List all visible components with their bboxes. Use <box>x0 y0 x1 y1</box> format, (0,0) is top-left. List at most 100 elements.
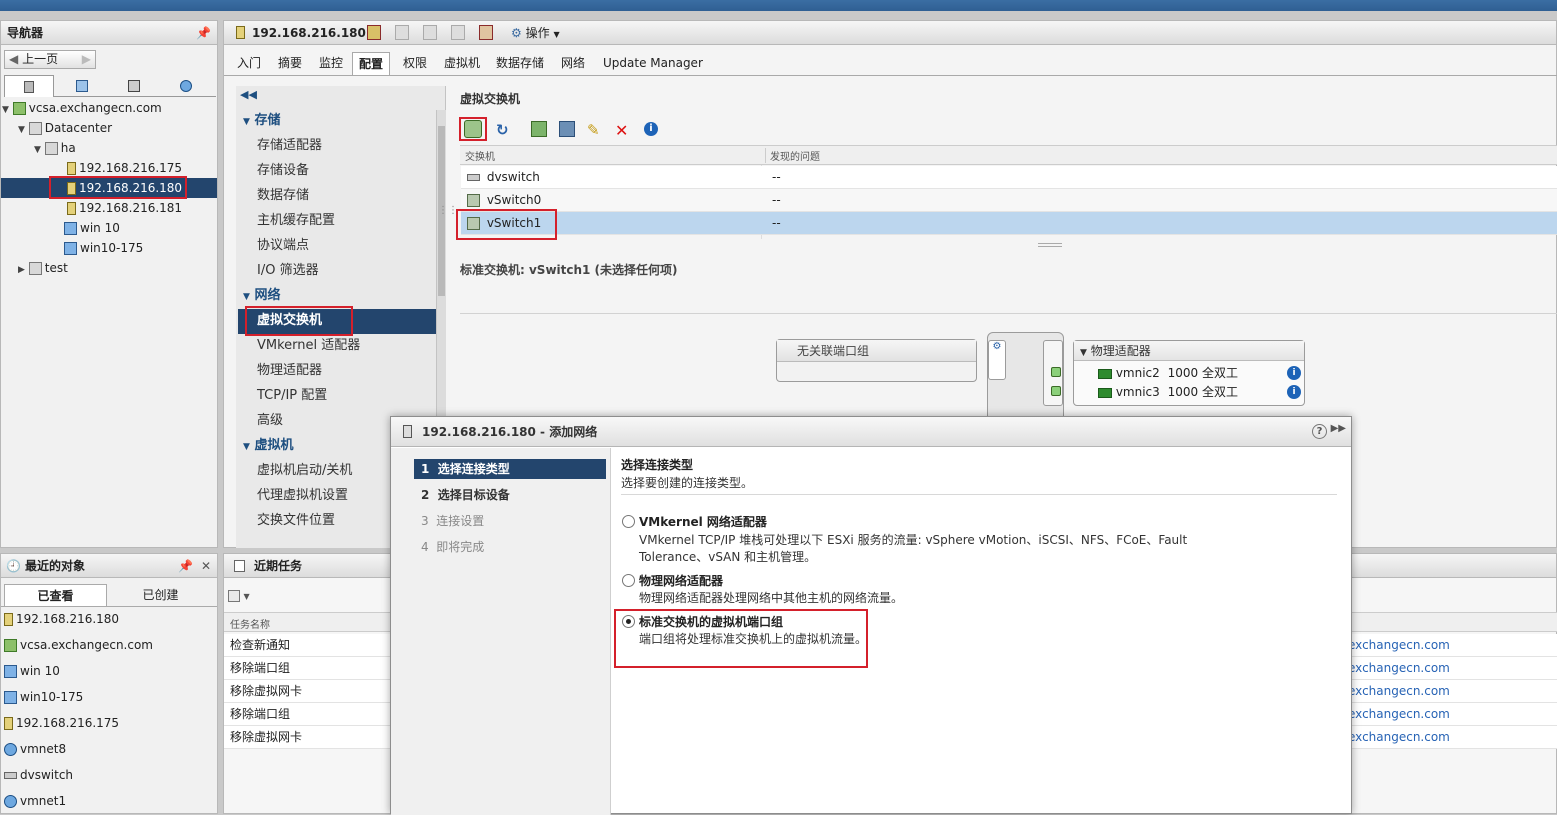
tree-item-vcenter[interactable]: ▼ vcsa.exchangecn.com <box>2 98 162 118</box>
delete-icon[interactable]: ✕ <box>615 121 631 140</box>
tab-viewed[interactable]: 已查看 <box>4 584 107 606</box>
tab-permissions[interactable]: 权限 <box>397 52 433 75</box>
nav-vmkernel-adapters[interactable]: VMkernel 适配器 <box>257 333 360 358</box>
recent-item[interactable]: 192.168.216.175 <box>4 710 119 736</box>
nav-storage-devices[interactable]: 存储设备 <box>257 158 309 183</box>
pin-icon[interactable]: 📌 <box>196 21 211 45</box>
switch-row-vswitch0[interactable]: vSwitch0 -- <box>461 189 1557 212</box>
actions-menu[interactable]: ⚙ 操作 ▼ <box>511 21 560 47</box>
tree-item-cluster-ha[interactable]: ▼ ha <box>34 138 76 158</box>
storage-tab[interactable] <box>110 78 158 96</box>
nav-datastores[interactable]: 数据存储 <box>257 183 309 208</box>
deploy-ovf-icon[interactable] <box>479 25 493 40</box>
tab-summary[interactable]: 摘要 <box>272 52 308 75</box>
nav-agent-vm[interactable]: 代理虚拟机设置 <box>257 483 348 508</box>
task-target-link[interactable]: exchangecn.com <box>1348 657 1450 680</box>
recent-item[interactable]: 192.168.216.180 <box>4 606 119 632</box>
expand-arrow-icon[interactable]: ▼ <box>2 105 9 115</box>
collapse-nav-icon[interactable]: ◀◀ <box>240 88 257 101</box>
nav-storage-adapters[interactable]: 存储适配器 <box>257 133 322 158</box>
recent-item[interactable]: dvswitch <box>4 762 73 788</box>
back-button[interactable]: ◀ 上一页 ▶ <box>4 50 96 69</box>
hosts-clusters-tab[interactable] <box>4 75 54 97</box>
info-icon[interactable]: i <box>644 122 658 136</box>
switch-row-vswitch1[interactable]: vSwitch1 -- <box>461 212 1557 235</box>
recent-item[interactable]: win 10 <box>4 658 60 684</box>
tab-datastores[interactable]: 数据存储 <box>490 52 550 75</box>
nav-advanced[interactable]: 高级 <box>257 408 283 433</box>
task-target-link[interactable]: exchangecn.com <box>1348 634 1450 657</box>
close-icon[interactable]: ✕ <box>201 554 211 578</box>
panel-splitter-icon[interactable]: ⋮⋮ <box>438 205 458 216</box>
nic-row[interactable]: vmnic3 1000 全双工 <box>1098 383 1238 401</box>
section-network[interactable]: ▼ 网络 <box>243 283 280 308</box>
tab-update-manager[interactable]: Update Manager <box>597 52 709 75</box>
tab-vms[interactable]: 虚拟机 <box>438 52 486 75</box>
switch-settings-icon[interactable]: ⚙ <box>988 340 1006 380</box>
task-target-link[interactable]: exchangecn.com <box>1348 703 1450 726</box>
recent-item[interactable]: vmnet8 <box>4 736 66 762</box>
tree-item-host-181[interactable]: 192.168.216.181 <box>67 198 182 218</box>
recent-item[interactable]: win10-175 <box>4 684 83 710</box>
tab-created[interactable]: 已创建 <box>109 584 212 606</box>
expand-dialog-icon[interactable]: ▶▶ <box>1331 423 1346 434</box>
tree-item-vm-win10[interactable]: win 10 <box>64 218 120 238</box>
nav-tcpip-config[interactable]: TCP/IP 配置 <box>257 383 327 408</box>
section-storage[interactable]: ▼ 存储 <box>243 108 280 133</box>
physical-adapters-box[interactable]: ▼ 物理适配器 vmnic2 1000 全双工 i vmnic3 1000 全双… <box>1073 340 1305 406</box>
tab-networks[interactable]: 网络 <box>555 52 591 75</box>
pin-icon[interactable]: 📌 <box>178 554 193 578</box>
col-task-name[interactable]: 任务名称 <box>230 616 270 631</box>
vms-templates-tab[interactable] <box>58 78 106 96</box>
expand-arrow-icon[interactable]: ▼ <box>18 125 25 135</box>
recent-item[interactable]: vcsa.exchangecn.com <box>4 632 153 658</box>
grid-resize-handle[interactable] <box>1038 243 1062 247</box>
tree-item-test[interactable]: ▶ test <box>18 258 68 278</box>
tab-configure[interactable]: 配置 <box>352 52 391 75</box>
help-icon[interactable]: ? <box>1312 424 1327 439</box>
edit-pencil-icon[interactable]: ✎ <box>587 121 603 139</box>
nic-row[interactable]: vmnic2 1000 全双工 <box>1098 364 1238 382</box>
nav-swap-location[interactable]: 交换文件位置 <box>257 508 335 533</box>
nav-host-cache[interactable]: 主机缓存配置 <box>257 208 335 233</box>
task-filter-menu[interactable]: ▼ <box>228 589 250 602</box>
nav-physical-adapters[interactable]: 物理适配器 <box>257 358 322 383</box>
tab-getting-started[interactable]: 入门 <box>231 52 267 75</box>
expand-arrow-icon[interactable]: ▼ <box>34 145 41 155</box>
nav-vm-startup[interactable]: 虚拟机启动/关机 <box>257 458 352 483</box>
option-physical-title[interactable]: 物理网络适配器 <box>639 572 723 589</box>
add-host-icon[interactable] <box>367 25 381 40</box>
section-vm[interactable]: ▼ 虚拟机 <box>243 433 293 458</box>
col-switch[interactable]: 交换机 <box>465 148 495 163</box>
networking-tab[interactable] <box>162 78 210 96</box>
unlinked-portgroup-box[interactable]: 无关联端口组 <box>776 339 977 382</box>
switch-row-dvswitch[interactable]: dvswitch -- <box>461 166 1557 189</box>
tree-item-host-175[interactable]: 192.168.216.175 <box>67 158 182 178</box>
collapse-arrow-icon[interactable]: ▶ <box>18 265 25 275</box>
option-physical-radio[interactable] <box>622 574 635 587</box>
col-issues[interactable]: 发现的问题 <box>765 148 820 163</box>
wizard-step-1[interactable]: 1 选择连接类型 <box>421 459 510 479</box>
dialog-titlebar[interactable]: 192.168.216.180 - 添加网络 ? ▶▶ <box>391 417 1351 447</box>
tree-item-vm-win10-175[interactable]: win10-175 <box>64 238 143 258</box>
task-target-link[interactable]: exchangecn.com <box>1348 680 1450 703</box>
option-vmkernel-radio[interactable] <box>622 515 635 528</box>
clone-icon[interactable] <box>451 25 465 40</box>
power-icon[interactable] <box>423 25 437 40</box>
refresh-icon[interactable]: ↻ <box>496 121 512 139</box>
enter-maintenance-icon[interactable] <box>395 25 409 40</box>
manage-physical-adapters-icon[interactable] <box>559 121 575 137</box>
nic-info-icon[interactable]: i <box>1287 366 1301 380</box>
option-vmkernel-title[interactable]: VMkernel 网络适配器 <box>639 513 767 530</box>
nav-protocol-endpoints[interactable]: 协议端点 <box>257 233 309 258</box>
wizard-step-2[interactable]: 2 选择目标设备 <box>421 485 510 505</box>
task-target-link[interactable]: exchangecn.com <box>1348 726 1450 749</box>
nic-info-icon[interactable]: i <box>1287 385 1301 399</box>
migrate-vmkernel-icon[interactable] <box>531 121 547 137</box>
recent-item[interactable]: vmnet1 <box>4 788 66 814</box>
nav-io-filters[interactable]: I/O 筛选器 <box>257 258 319 283</box>
forward-arrow-icon[interactable]: ▶ <box>82 51 91 68</box>
tree-item-datacenter[interactable]: ▼ Datacenter <box>18 118 112 138</box>
physical-adapters-header[interactable]: ▼ 物理适配器 <box>1074 341 1304 361</box>
tab-monitor[interactable]: 监控 <box>313 52 349 75</box>
